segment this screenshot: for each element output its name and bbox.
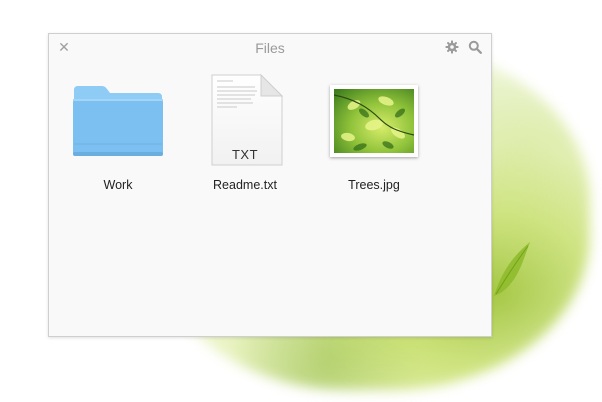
image-preview [334,89,414,153]
title-bar: ✕ Files [49,34,491,62]
file-name: Readme.txt [213,178,277,192]
file-item-readme[interactable]: TXT Readme.txt [195,74,295,194]
folder-icon [73,86,163,156]
window-title: Files [255,40,285,56]
file-item-trees[interactable]: Trees.jpg [324,74,424,194]
file-name: Trees.jpg [348,178,400,192]
image-thumbnail-icon [330,85,418,157]
files-window: ✕ Files Work TXT Readme.txt Trees.jpg [48,33,492,337]
file-type-badge: TXT [231,147,259,162]
leaf-icon [494,242,530,296]
gear-icon[interactable] [445,40,459,54]
file-item-work[interactable]: Work [68,74,168,194]
file-name: Work [103,178,133,192]
search-icon[interactable] [468,40,482,54]
